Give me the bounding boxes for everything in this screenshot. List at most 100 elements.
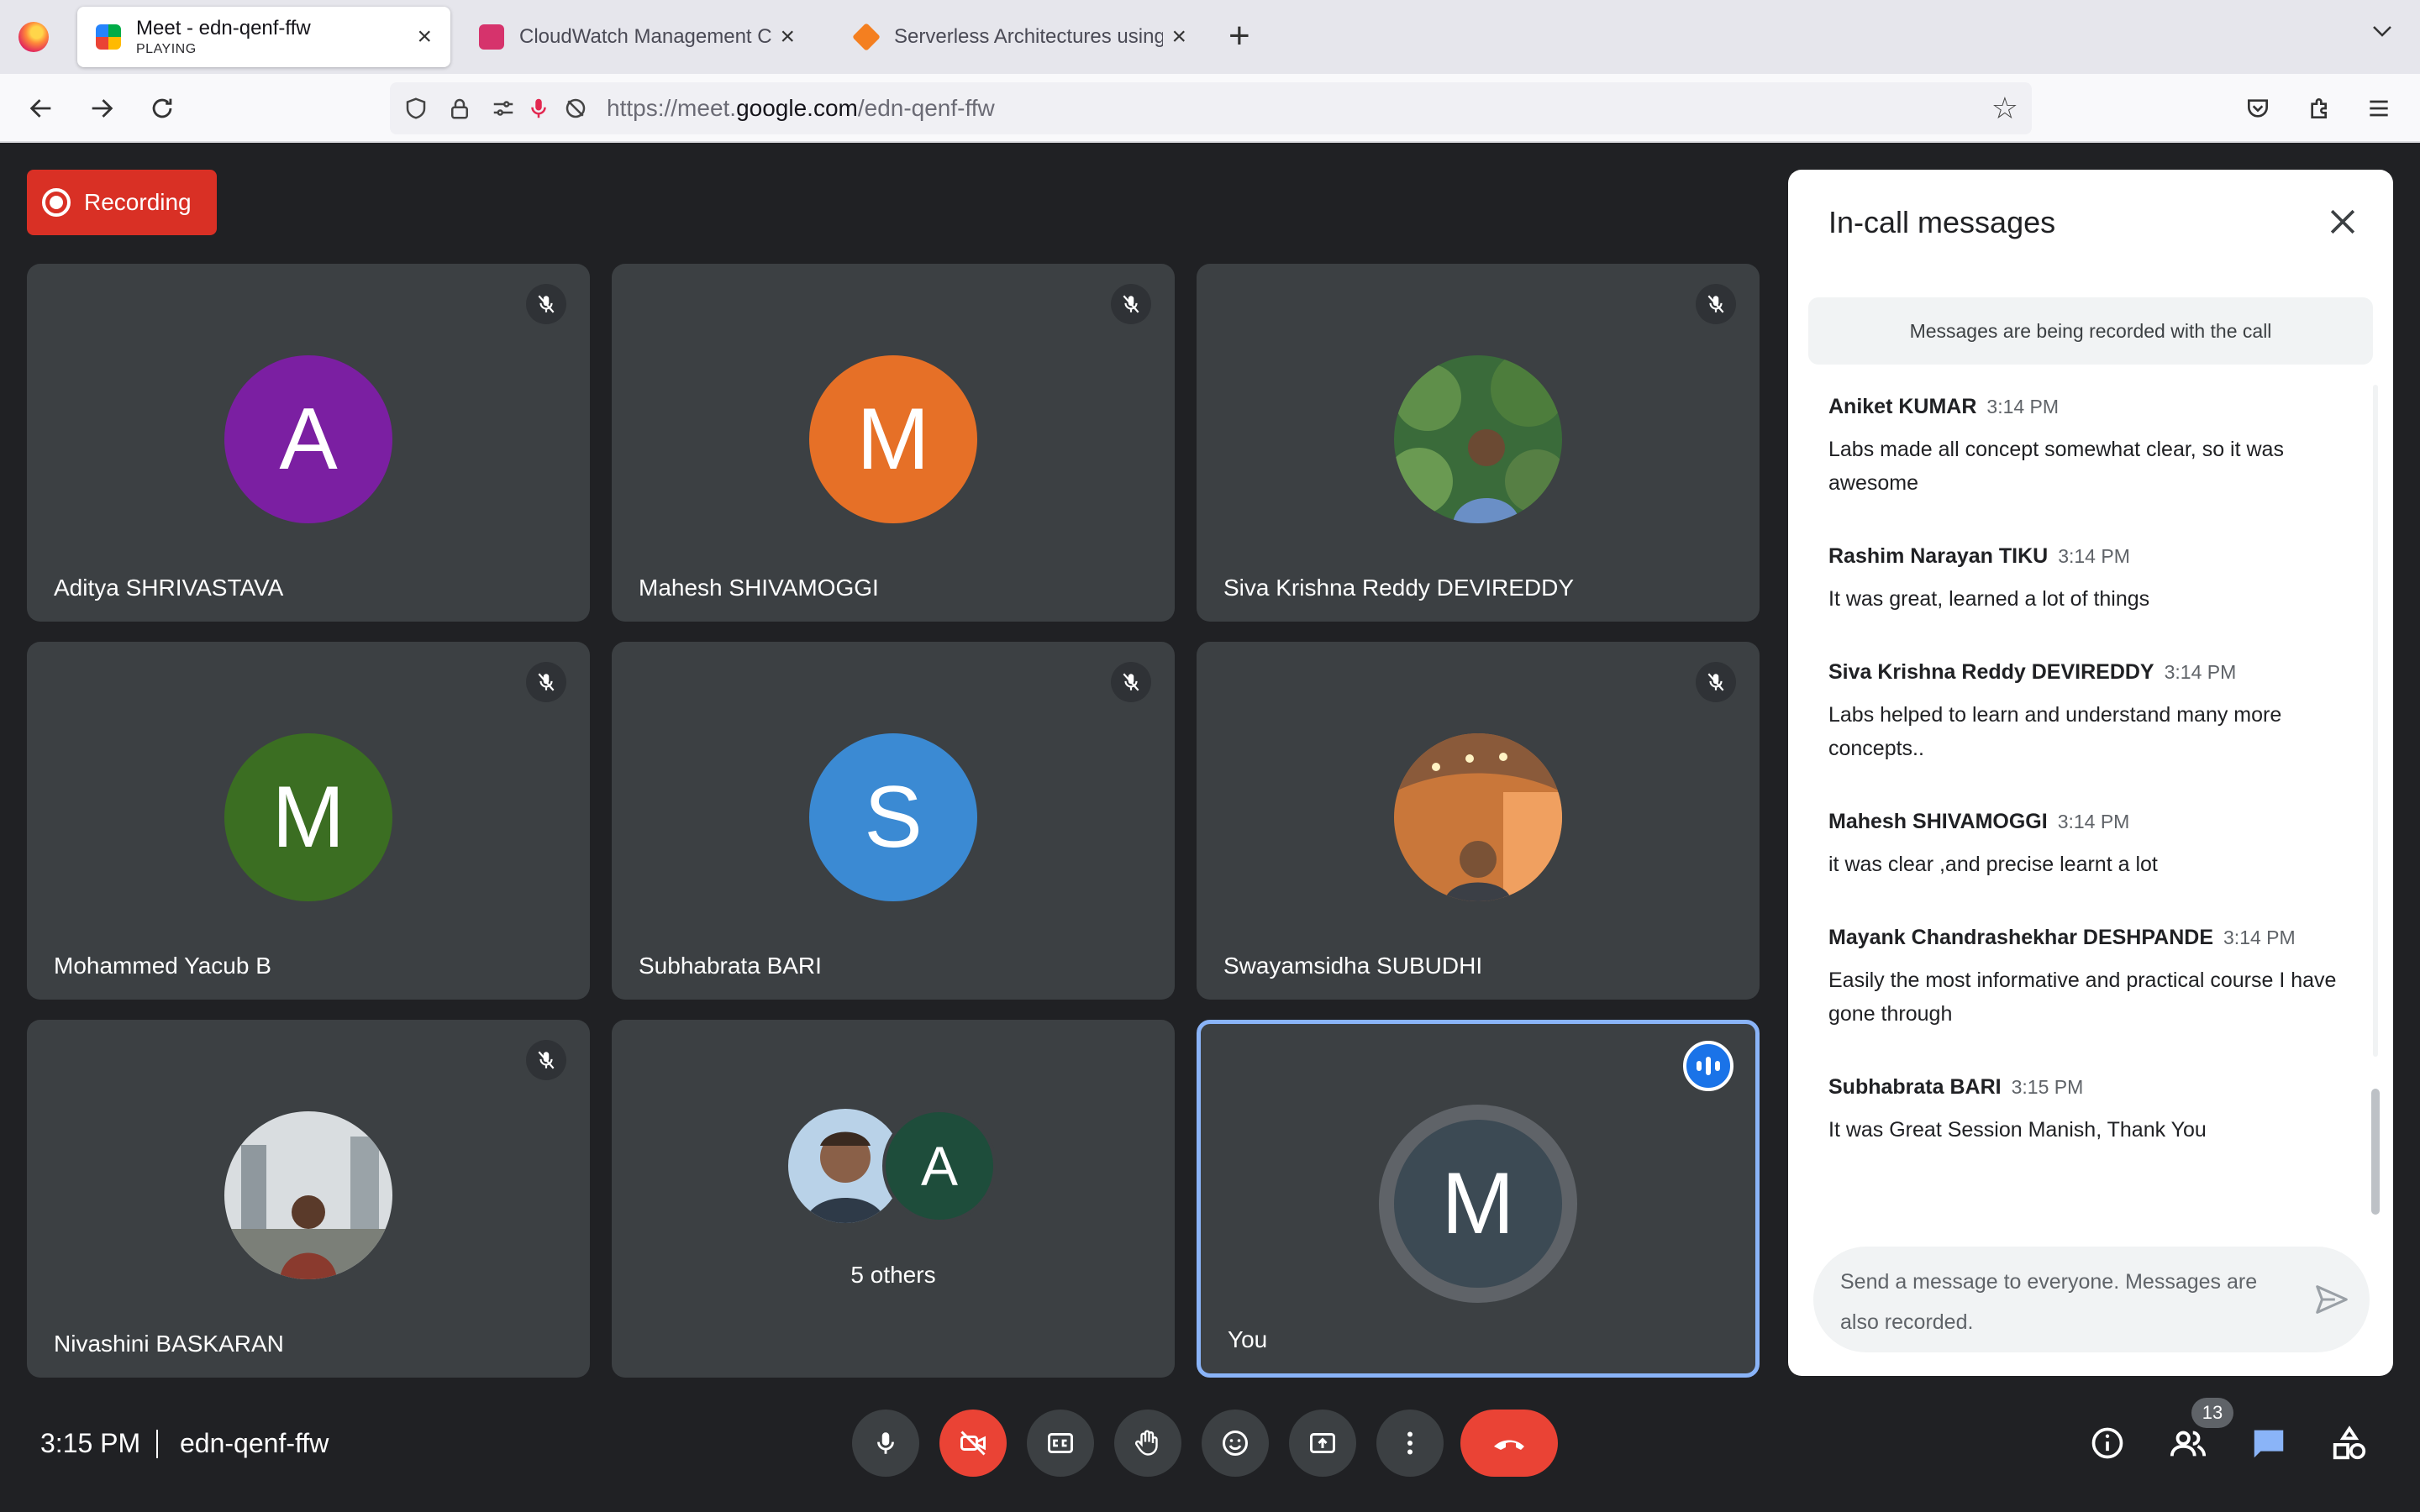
close-tab-icon[interactable]: × — [780, 24, 795, 50]
closed-captions-icon — [1048, 1433, 1073, 1453]
message-time: 3:15 PM — [2011, 1076, 2084, 1098]
participant-name: Mahesh SHIVAMOGGI — [639, 575, 879, 601]
muted-mic-icon — [526, 1040, 566, 1080]
firefox-logo-icon[interactable] — [18, 22, 49, 52]
new-tab-plus-icon[interactable]: + — [1228, 15, 1250, 57]
microphone-in-use-icon[interactable] — [524, 94, 553, 123]
aws-icon — [852, 23, 881, 51]
close-panel-icon[interactable] — [2324, 203, 2361, 240]
chat-button[interactable] — [2245, 1420, 2292, 1467]
message-time: 3:14 PM — [1986, 396, 2060, 417]
camera-blocked-icon[interactable] — [561, 94, 590, 123]
recording-notice: Messages are being recorded with the cal… — [1808, 297, 2373, 365]
back-arrow-icon[interactable] — [20, 87, 62, 129]
info-icon — [2091, 1427, 2123, 1459]
message-sender: Aniket KUMAR — [1828, 395, 1977, 418]
participant-tile[interactable]: Nivashini BASKARAN — [27, 1020, 590, 1378]
avatar: M — [1394, 1120, 1562, 1288]
more-options-button[interactable] — [1376, 1410, 1444, 1477]
microphone-button[interactable] — [852, 1410, 919, 1477]
message-text: it was clear ,and precise learnt a lot — [1828, 853, 2158, 876]
scrollbar-track[interactable] — [2373, 385, 2378, 1057]
self-tile[interactable]: M You — [1197, 1020, 1760, 1378]
chat-message: Aniket KUMAR 3:14 PM Labs made all concep… — [1828, 395, 2349, 500]
raise-hand-button[interactable] — [1114, 1410, 1181, 1477]
tab-serverless[interactable]: Serverless Architectures using A × — [835, 7, 1205, 67]
chat-message: Subhabrata BARI 3:15 PM It was Great Sess… — [1828, 1075, 2349, 1147]
pocket-icon[interactable] — [2237, 87, 2279, 129]
participant-tile[interactable]: Swayamsidha SUBUDHI — [1197, 642, 1760, 1000]
avatar: A — [882, 1109, 997, 1223]
tab-title: Meet - edn-qenf-ffw — [136, 17, 311, 39]
activities-button[interactable] — [2326, 1420, 2373, 1467]
participant-name: Siva Krishna Reddy DEVIREDDY — [1223, 575, 1575, 601]
muted-mic-icon — [526, 662, 566, 702]
tab-cloudwatch[interactable]: CloudWatch Management Console × — [460, 7, 813, 67]
avatar-photo — [1394, 355, 1562, 523]
list-all-tabs-chevron-icon[interactable] — [2370, 18, 2395, 50]
message-sender: Rashim Narayan TIKU — [1828, 544, 2049, 568]
message-list[interactable]: Aniket KUMAR 3:14 PM Labs made all concep… — [1788, 395, 2376, 1050]
message-time: 3:14 PM — [2058, 545, 2130, 567]
others-tile[interactable]: A 5 others — [612, 1020, 1175, 1378]
google-meet-icon — [96, 24, 121, 50]
tab-playing-label: PLAYING — [136, 42, 197, 56]
url-text[interactable]: https://meet.google.com/edn-qenf-ffw — [607, 95, 995, 122]
close-tab-icon[interactable]: × — [417, 24, 432, 50]
people-count-badge: 13 — [2191, 1398, 2233, 1428]
address-bar[interactable]: https://meet.google.com/edn-qenf-ffw ☆ — [390, 82, 2032, 134]
participant-tile[interactable]: S Subhabrata BARI — [612, 642, 1175, 1000]
avatar: M — [809, 355, 977, 523]
participant-tile[interactable]: Siva Krishna Reddy DEVIREDDY — [1197, 264, 1760, 622]
panel-title: In-call messages — [1828, 205, 2056, 239]
message-text: It was Great Session Manish, Thank You — [1828, 1118, 2207, 1142]
scrollbar-thumb[interactable] — [2371, 1089, 2380, 1215]
message-text: It was great, learned a lot of things — [1828, 587, 2150, 611]
tab-title: Serverless Architectures using A — [894, 25, 1164, 48]
permissions-icon[interactable] — [489, 94, 518, 123]
recording-label: Recording — [84, 189, 192, 215]
shield-icon[interactable] — [402, 94, 430, 123]
chat-message: Siva Krishna Reddy DEVIREDDY 3:14 PM Labs… — [1828, 660, 2349, 765]
reload-icon[interactable] — [141, 87, 183, 129]
captions-button[interactable] — [1027, 1410, 1094, 1477]
bookmark-star-icon[interactable]: ☆ — [1991, 91, 2018, 126]
microphone-icon — [877, 1432, 894, 1454]
lock-icon[interactable] — [445, 94, 474, 123]
avatar: M — [224, 733, 392, 901]
muted-mic-icon — [526, 284, 566, 324]
chat-icon — [2254, 1430, 2284, 1458]
send-icon[interactable] — [2312, 1280, 2351, 1319]
participant-tile[interactable]: M Mahesh SHIVAMOGGI — [612, 264, 1175, 622]
reactions-button[interactable] — [1202, 1410, 1269, 1477]
message-text: Labs helped to learn and understand many… — [1828, 703, 2282, 760]
tab-title: CloudWatch Management Console — [519, 25, 772, 48]
cloudwatch-icon — [479, 24, 504, 50]
close-tab-icon[interactable]: × — [1171, 24, 1186, 50]
message-sender: Siva Krishna Reddy DEVIREDDY — [1828, 660, 2154, 684]
divider — [156, 1430, 158, 1458]
self-avatar-ring: M — [1379, 1105, 1577, 1303]
extensions-puzzle-icon[interactable] — [2299, 87, 2341, 129]
message-sender: Mahesh SHIVAMOGGI — [1828, 810, 2048, 833]
message-compose-box[interactable]: Send a message to everyone. Messages are… — [1813, 1247, 2370, 1352]
message-time: 3:14 PM — [2057, 811, 2130, 832]
tab-meet[interactable]: Meet - edn-qenf-ffw PLAYING × — [77, 7, 450, 67]
speaking-indicator-icon — [1683, 1041, 1733, 1091]
present-screen-button[interactable] — [1289, 1410, 1356, 1477]
leave-call-button[interactable] — [1460, 1410, 1558, 1477]
forward-arrow-icon[interactable] — [81, 87, 123, 129]
hand-icon — [1134, 1430, 1158, 1456]
browser-nav-bar: https://meet.google.com/edn-qenf-ffw ☆ — [0, 74, 2420, 143]
meeting-details-button[interactable] — [2084, 1420, 2131, 1467]
camera-off-button[interactable] — [939, 1410, 1007, 1477]
record-icon — [42, 188, 71, 217]
activities-shapes-icon — [2333, 1425, 2366, 1460]
present-screen-icon — [1310, 1433, 1335, 1453]
hamburger-menu-icon[interactable] — [2358, 87, 2400, 129]
participant-tile[interactable]: A Aditya SHRIVASTAVA — [27, 264, 590, 622]
recording-indicator[interactable]: Recording — [27, 170, 217, 235]
browser-tab-bar: Meet - edn-qenf-ffw PLAYING × CloudWatch… — [0, 0, 2420, 74]
message-input[interactable]: Send a message to everyone. Messages are… — [1840, 1262, 2294, 1342]
participant-tile[interactable]: M Mohammed Yacub B — [27, 642, 590, 1000]
